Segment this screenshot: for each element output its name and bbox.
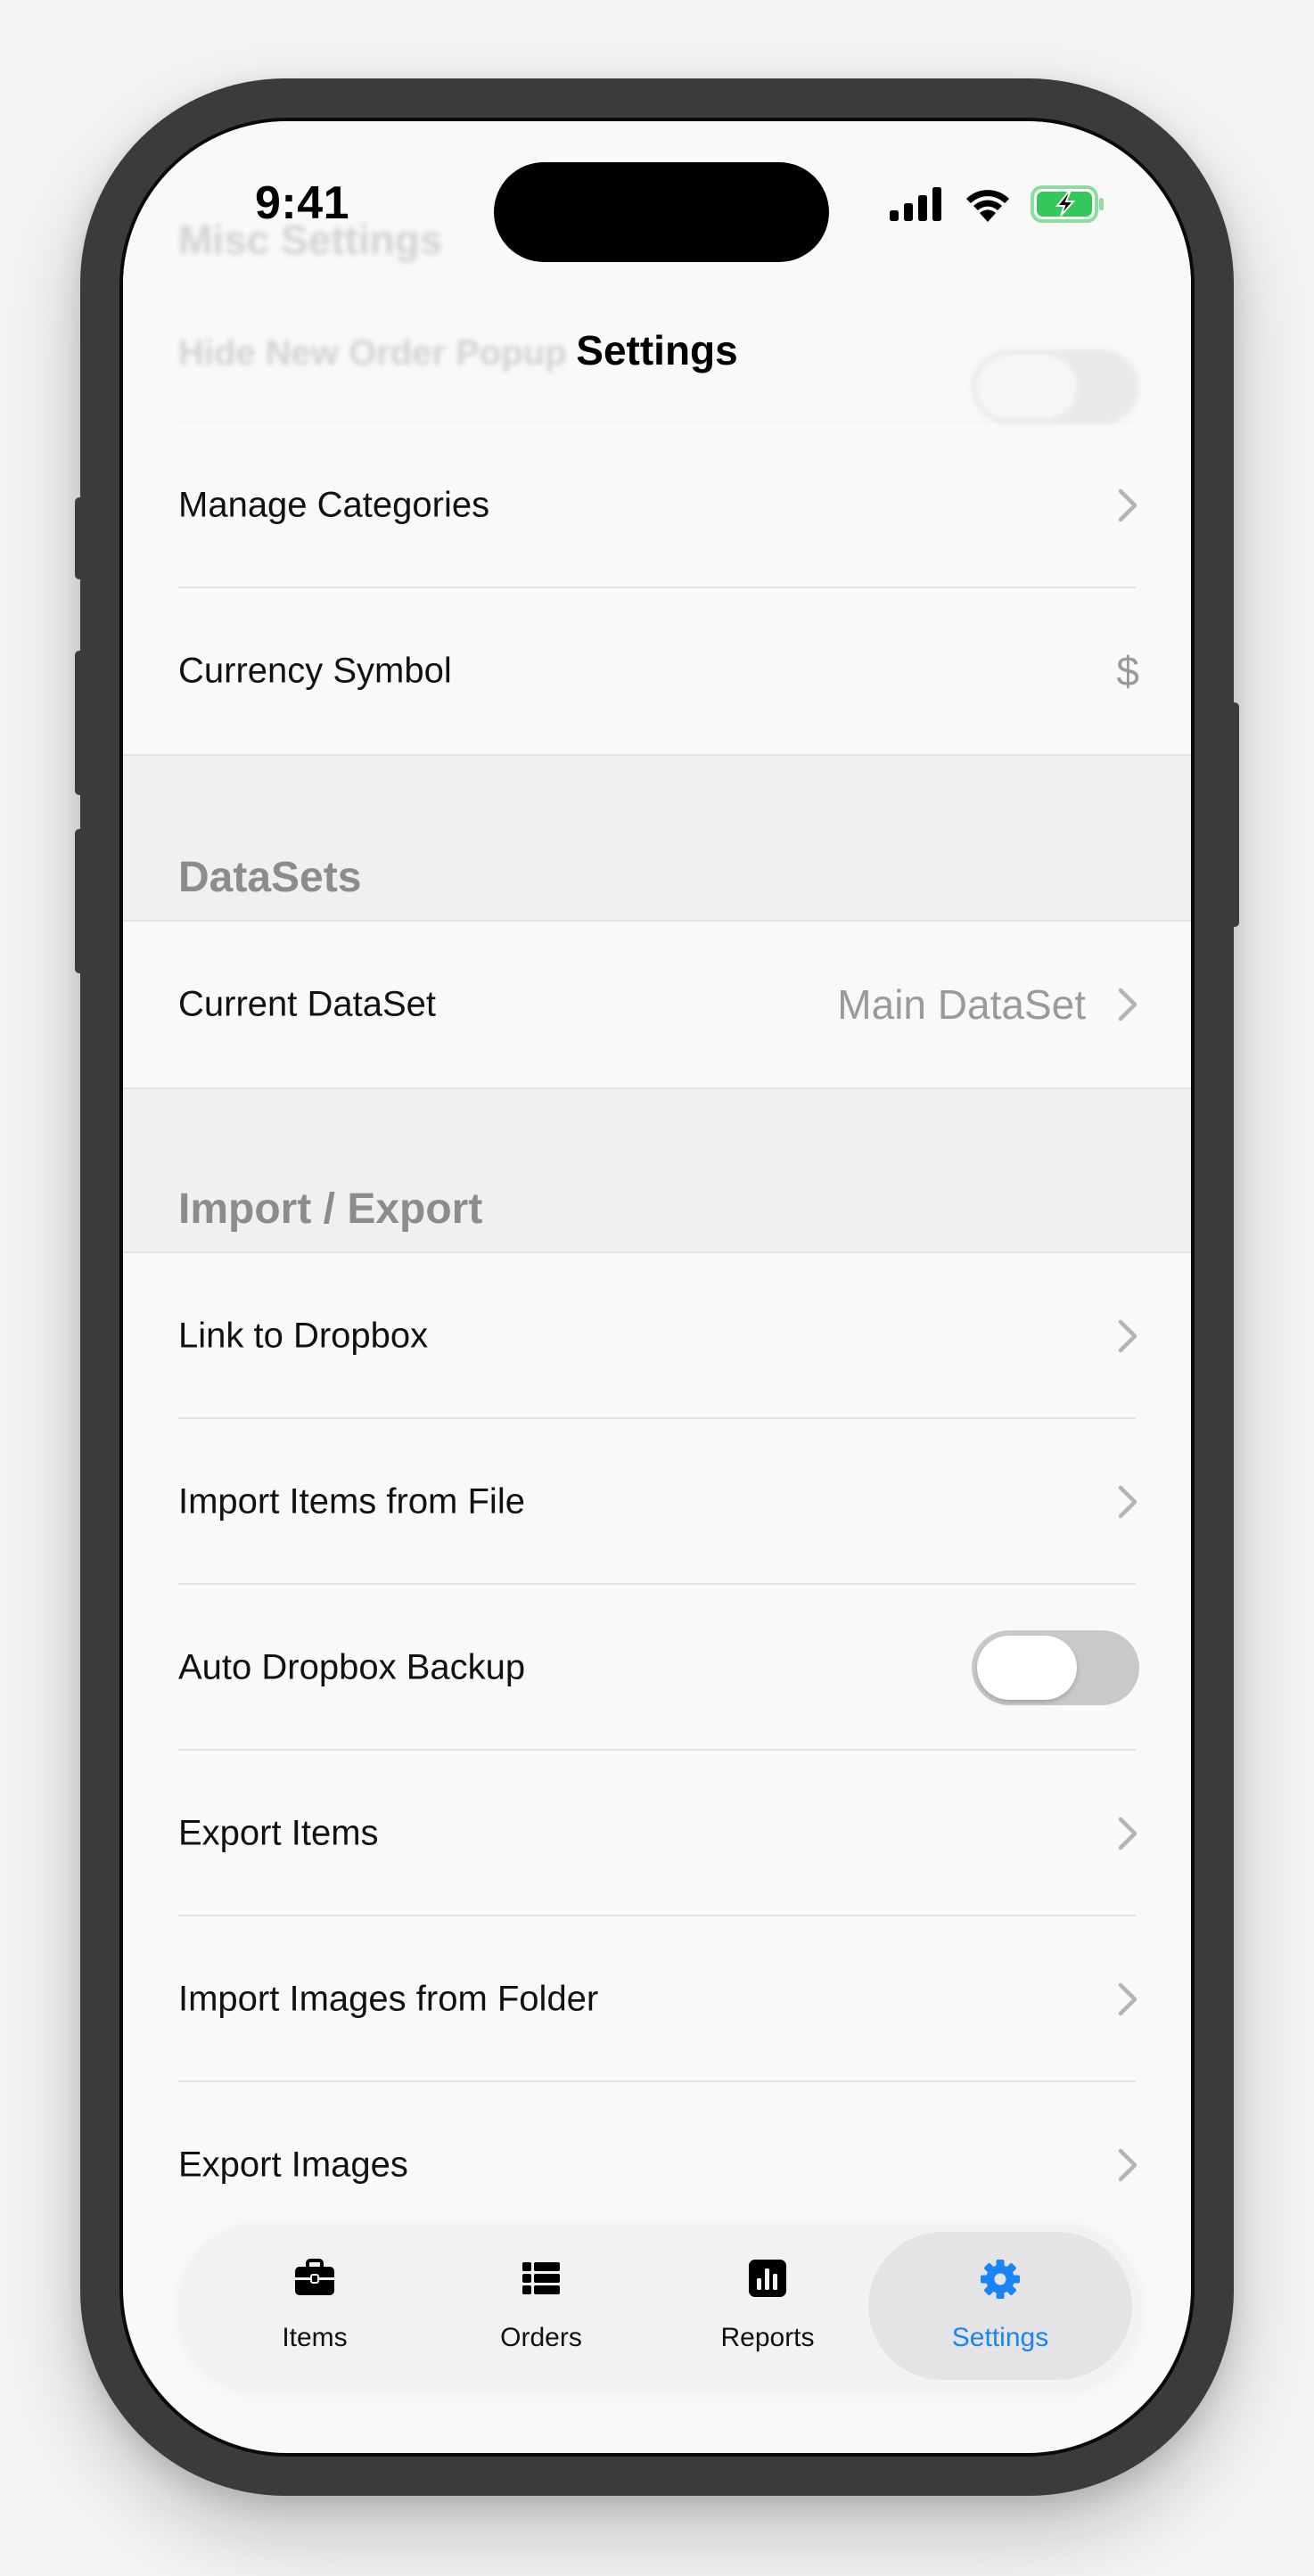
- bar-chart-icon: [749, 2260, 786, 2297]
- battery-charging-icon: [1031, 185, 1104, 223]
- power-button: [1230, 702, 1239, 927]
- status-time: 9:41: [255, 177, 350, 229]
- briefcase-icon: [295, 2259, 334, 2295]
- list-item-import-images-from-folder[interactable]: Import Images from Folder: [123, 1916, 1191, 2082]
- row-label: Auto Dropbox Backup: [178, 1647, 526, 1687]
- row-label: Link to Dropbox: [178, 1316, 429, 1356]
- list-item-auto-dropbox-backup: Auto Dropbox Backup: [123, 1585, 1191, 1751]
- chevron-right-icon: [1118, 2148, 1137, 2182]
- row-label: Import Images from Folder: [178, 1979, 599, 2019]
- action-button: [75, 497, 84, 579]
- chevron-right-icon: [1118, 488, 1137, 522]
- row-label: Currency Symbol: [178, 651, 452, 691]
- tab-label: Reports: [720, 2323, 815, 2352]
- volume-down-button: [75, 829, 84, 973]
- chevron-right-icon: [1118, 1982, 1137, 2016]
- tab-bar: Items Orders Reports Settings: [178, 2223, 1141, 2389]
- chevron-right-icon: [1118, 1485, 1137, 1519]
- tab-settings[interactable]: Settings: [868, 2232, 1132, 2380]
- row-label: Current DataSet: [178, 984, 437, 1024]
- chevron-right-icon: [1118, 1319, 1137, 1353]
- section-header-import-export: Import / Export: [123, 1089, 1191, 1253]
- auto-dropbox-backup-toggle[interactable]: [972, 1630, 1139, 1705]
- cellular-signal-icon: [890, 187, 941, 221]
- dynamic-island: [494, 162, 829, 262]
- screen: Manage Categories Currency Symbol $ Data…: [119, 118, 1195, 2457]
- chevron-right-icon: [1118, 988, 1137, 1021]
- status-icons: [890, 185, 1105, 223]
- row-label: Import Items from File: [178, 1481, 525, 1522]
- toggle-behind-nav: [972, 349, 1139, 424]
- tab-reports[interactable]: Reports: [654, 2232, 881, 2380]
- chevron-right-icon: [1118, 1817, 1137, 1850]
- list-item-link-to-dropbox[interactable]: Link to Dropbox: [123, 1253, 1191, 1419]
- list-item-export-items[interactable]: Export Items: [123, 1751, 1191, 1916]
- row-label: Export Images: [178, 2145, 408, 2185]
- dataset-value: Main DataSet: [837, 981, 1086, 1028]
- row-label: Export Items: [178, 1813, 379, 1853]
- tab-label: Items: [282, 2323, 348, 2352]
- list-icon: [522, 2262, 560, 2294]
- section-title: DataSets: [178, 854, 362, 901]
- toggle-knob: [977, 1636, 1077, 1700]
- currency-value: $: [1116, 648, 1139, 694]
- tab-orders[interactable]: Orders: [428, 2232, 654, 2380]
- list-item-current-dataset[interactable]: Current DataSet Main DataSet: [123, 922, 1191, 1087]
- section-header-datasets: DataSets: [123, 756, 1191, 922]
- tab-label: Orders: [500, 2323, 582, 2352]
- list-item-currency-symbol[interactable]: Currency Symbol $: [123, 588, 1191, 754]
- section-title: Import / Export: [178, 1185, 483, 1233]
- tab-items[interactable]: Items: [201, 2232, 428, 2380]
- gear-icon: [981, 2260, 1020, 2299]
- row-label-behind-nav: Hide New Order Popup: [178, 333, 567, 373]
- tab-label: Settings: [951, 2323, 1049, 2352]
- phone-frame: Manage Categories Currency Symbol $ Data…: [75, 78, 1239, 2496]
- list-item-import-items-from-file[interactable]: Import Items from File: [123, 1419, 1191, 1585]
- volume-up-button: [75, 651, 84, 795]
- wifi-icon: [966, 190, 1009, 222]
- list-item-manage-categories[interactable]: Manage Categories: [123, 422, 1191, 588]
- row-label: Manage Categories: [178, 485, 490, 525]
